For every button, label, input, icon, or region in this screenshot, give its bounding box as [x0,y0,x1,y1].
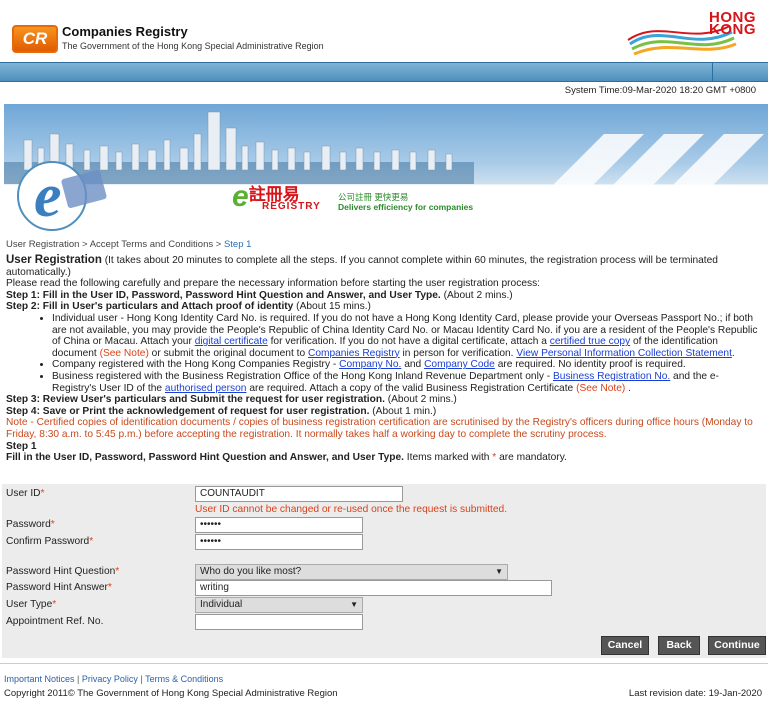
user-id-warning: User ID cannot be changed or re-used onc… [195,504,508,515]
step-4-summary: Step 4: Save or Print the acknowledgemen… [6,405,437,417]
breadcrumb: User Registration > Accept Terms and Con… [6,239,252,250]
confirm-password-label: Confirm Password* [6,536,94,547]
org-name: Companies Registry [62,24,188,39]
form-instructions: Fill in the User ID, Password, Password … [6,452,567,464]
terms-link[interactable]: Terms & Conditions [145,674,223,684]
password-input[interactable]: •••••• [195,517,363,533]
user-id-label: User ID* [6,488,45,499]
step-2-summary: Step 2: Fill in User's particulars and A… [6,301,371,313]
companies-registry-link[interactable]: Companies Registry [308,348,400,359]
authorised-person-link[interactable]: authorised person [165,383,247,394]
scrutiny-note: Note - Certified copies of identificatio… [6,417,753,440]
registration-form: User ID* COUNTAUDIT User ID cannot be ch… [2,484,766,658]
br-no-link[interactable]: Business Registration No. [553,371,670,382]
hint-question-label: Password Hint Question* [6,566,120,577]
revision-date: Last revision date: 19-Jan-2020 [628,688,762,699]
footer-links: Important Notices | Privacy Policy | Ter… [4,674,224,684]
company-code-link[interactable]: Company Code [424,359,495,370]
important-notices-link[interactable]: Important Notices [4,674,75,684]
read-text: Please read the following carefully and … [6,278,541,290]
appointment-ref-label: Appointment Ref. No. [6,616,104,627]
back-button[interactable]: Back [658,636,700,655]
chevron-down-icon: ▼ [350,600,358,609]
hint-answer-label: Password Hint Answer* [6,582,112,593]
continue-button[interactable]: Continue [708,636,766,655]
org-subtitle: The Government of the Hong Kong Special … [62,41,324,51]
cr-logo[interactable]: CR [12,25,58,53]
e-registry-banner: e [4,104,768,234]
page-title: User Registration [6,254,102,266]
breadcrumb-current: Step 1 [223,239,252,250]
pics-link[interactable]: View Personal Information Collection Sta… [516,348,732,359]
site-header: CR Companies Registry The Government of … [0,0,768,62]
privacy-policy-link[interactable]: Privacy Policy [82,674,138,684]
user-id-input[interactable]: COUNTAUDIT [195,486,403,502]
cancel-button[interactable]: Cancel [601,636,649,655]
user-type-select[interactable]: Individual ▼ [195,597,363,613]
footer-divider [0,663,768,664]
certified-true-copy-link[interactable]: certified true copy [550,336,630,347]
system-time: System Time:09-Mar-2020 18:20 GMT +0800 [564,85,756,96]
chevron-down-icon: ▼ [495,567,503,576]
digital-certificate-link[interactable]: digital certificate [195,336,268,347]
skyline-illustration: e [4,111,764,231]
user-type-label: User Type* [6,599,57,610]
breadcrumb-item: User Registration [6,239,80,250]
breadcrumb-item: Accept Terms and Conditions [89,239,214,250]
hong-kong-brand-text: HONG KONG [709,9,756,38]
bullet-business: Business registered with the Business Re… [52,371,762,394]
banner-registry-word: REGISTRY [262,201,321,212]
step-2-bullets: Individual user - Hong Kong Identity Car… [6,313,762,394]
svg-text:e: e [34,162,62,230]
password-label: Password* [6,519,55,530]
hint-answer-input[interactable]: writing [195,580,552,596]
instructions: User Registration (It takes about 20 min… [6,254,762,464]
bullet-individual: Individual user - Hong Kong Identity Car… [52,313,762,359]
confirm-password-input[interactable]: •••••• [195,534,363,550]
hint-question-select[interactable]: Who do you like most? ▼ [195,564,508,580]
banner-tagline: 公司註冊 更快更易 Delivers efficiency for compan… [338,192,474,212]
step-1-summary: Step 1: Fill in the User ID, Password, P… [6,289,513,301]
bullet-company: Company registered with the Hong Kong Co… [52,359,762,371]
top-nav-bar [0,62,768,82]
copyright: Copyright 2011© The Government of Hong K… [4,688,338,699]
appointment-ref-input[interactable] [195,614,363,630]
step-heading: Step 1 [6,440,37,452]
company-no-link[interactable]: Company No. [339,359,401,370]
step-3-summary: Step 3: Review User's particulars and Su… [6,394,457,406]
